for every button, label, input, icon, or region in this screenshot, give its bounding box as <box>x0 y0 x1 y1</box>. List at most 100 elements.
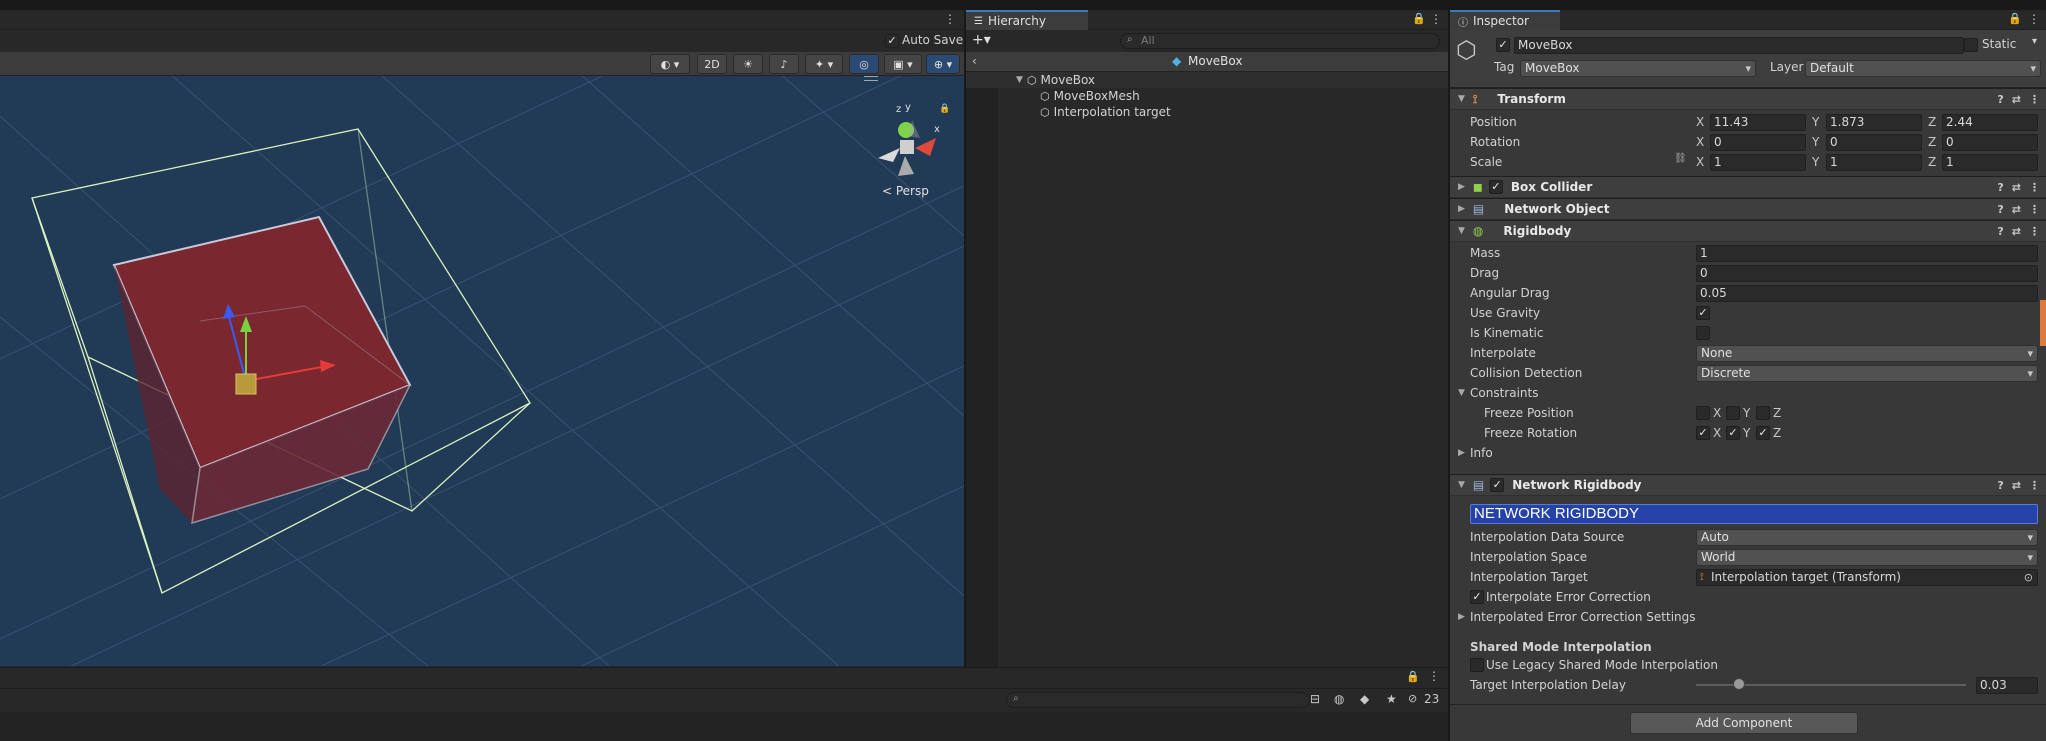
fold-arrow-icon[interactable]: ▶ <box>1458 204 1465 214</box>
info-fold-icon[interactable]: ▶ <box>1458 448 1465 458</box>
info-label[interactable]: Info <box>1470 444 1493 462</box>
component-enabled-checkbox[interactable]: ✓ <box>1488 180 1503 194</box>
use-legacy-shared-mode-checkbox[interactable] <box>1470 658 1484 672</box>
more-menu-icon[interactable]: ⋮ <box>2028 12 2040 26</box>
preset-icon[interactable]: ⇄ <box>2012 225 2021 238</box>
hierarchy-item-movebox[interactable]: ▼ ⬡ MoveBox <box>966 72 1448 88</box>
favorite-star-icon[interactable]: ★ <box>1386 692 1397 706</box>
help-icon[interactable]: ? <box>1997 181 2003 194</box>
preset-icon[interactable]: ⇄ <box>2012 203 2021 216</box>
static-dropdown-icon[interactable]: ▾ <box>2032 36 2037 47</box>
back-arrow-icon[interactable]: ‹ <box>972 54 977 68</box>
scale-x-field[interactable]: 1 <box>1710 154 1806 171</box>
constraints-label[interactable]: Constraints <box>1470 384 1538 402</box>
position-z-field[interactable]: 2.44 <box>1942 114 2038 131</box>
lock-icon[interactable]: 🔒 <box>1406 670 1420 683</box>
camera-button[interactable]: ▣ ▾ <box>884 54 922 74</box>
auto-save-checkbox[interactable]: ✓ <box>885 34 899 48</box>
effects-button[interactable]: ✦ ▾ <box>805 54 843 74</box>
hierarchy-item-moveboxmesh[interactable]: ⬡ MoveBoxMesh <box>966 88 1448 104</box>
more-menu-icon[interactable]: ⋮ <box>1430 12 1442 26</box>
interpolate-dropdown[interactable]: None <box>1696 345 2038 362</box>
network-object-header[interactable]: ▶ ▤ Network Object ? ⇄ ⋮ <box>1450 198 2046 220</box>
interpolate-error-correction-checkbox[interactable]: ✓ <box>1470 590 1484 604</box>
freeze-rotation-z-checkbox[interactable]: ✓ <box>1756 426 1770 440</box>
position-x-field[interactable]: 11.43 <box>1710 114 1806 131</box>
drag-field[interactable]: 0 <box>1696 265 2038 282</box>
more-menu-icon[interactable]: ⋮ <box>2029 225 2040 238</box>
angular-drag-field[interactable]: 0.05 <box>1696 285 2038 302</box>
lock-icon[interactable]: 🔒 <box>1412 12 1426 25</box>
help-icon[interactable]: ? <box>1997 225 2003 238</box>
help-icon[interactable]: ? <box>1997 479 2003 492</box>
rigidbody-header[interactable]: ▼ ◍ Rigidbody ? ⇄ ⋮ <box>1450 220 2046 242</box>
interpolation-data-source-dropdown[interactable]: Auto <box>1696 529 2038 546</box>
network-rigidbody-header[interactable]: ▼ ▤ ✓ Network Rigidbody ? ⇄ ⋮ <box>1450 474 2046 496</box>
fold-arrow-icon[interactable]: ▼ <box>1458 480 1465 490</box>
inspector-scrollbar-marker[interactable] <box>2040 300 2046 346</box>
search-by-label-icon[interactable]: ◍ <box>1334 692 1344 706</box>
more-menu-icon[interactable]: ⋮ <box>2029 479 2040 492</box>
add-object-button[interactable]: +▾ <box>972 32 991 48</box>
mass-field[interactable]: 1 <box>1696 245 2038 262</box>
layer-dropdown[interactable]: Default <box>1805 60 2041 77</box>
lock-icon[interactable]: 🔒 <box>2008 12 2022 25</box>
box-collider-header[interactable]: ▶ ◼ ✓ Box Collider ? ⇄ ⋮ <box>1450 176 2046 198</box>
rotation-y-field[interactable]: 0 <box>1826 134 1922 151</box>
more-menu-icon[interactable]: ⋮ <box>2029 93 2040 106</box>
hidden-packages-icon[interactable]: ⊘ <box>1408 692 1417 705</box>
tag-icon[interactable]: ◆ <box>1360 692 1369 706</box>
hierarchy-tab[interactable]: ☰ Hierarchy <box>966 10 1088 30</box>
object-picker-icon[interactable]: ⊙ <box>2024 570 2033 585</box>
audio-button[interactable]: ♪ <box>769 54 799 74</box>
interpolation-space-dropdown[interactable]: World <box>1696 549 2038 566</box>
help-icon[interactable]: ? <box>1997 203 2003 216</box>
hierarchy-search-input[interactable]: ⌕ All <box>1120 33 1440 49</box>
object-active-checkbox[interactable]: ✓ <box>1496 38 1510 52</box>
expand-arrow-icon[interactable]: ▼ <box>1016 75 1023 85</box>
project-search-input[interactable]: ⌕ <box>1006 692 1310 708</box>
lock-icon[interactable]: 🔒 <box>939 104 950 114</box>
scene-view[interactable]: z y x 🔒 < Persp <box>0 76 964 666</box>
more-menu-icon[interactable]: ⋮ <box>1428 669 1440 683</box>
fold-arrow-icon[interactable]: ▼ <box>1458 94 1465 104</box>
error-correction-settings-label[interactable]: Interpolated Error Correction Settings <box>1470 608 1696 626</box>
shading-mode-button[interactable]: ◐ ▾ <box>650 54 690 74</box>
inspector-tab[interactable]: ⓘ Inspector <box>1450 10 1560 30</box>
scale-z-field[interactable]: 1 <box>1942 154 2038 171</box>
collision-detection-dropdown[interactable]: Discrete <box>1696 365 2038 382</box>
lighting-button[interactable]: ☀ <box>733 54 763 74</box>
help-icon[interactable]: ? <box>1997 93 2003 106</box>
error-settings-fold-icon[interactable]: ▶ <box>1458 612 1465 622</box>
preset-icon[interactable]: ⇄ <box>2012 479 2021 492</box>
fold-arrow-icon[interactable]: ▼ <box>1458 226 1465 236</box>
more-menu-icon[interactable]: ⋮ <box>2029 203 2040 216</box>
search-by-type-icon[interactable]: ⊟ <box>1310 692 1320 706</box>
more-menu-icon[interactable]: ⋮ <box>2029 181 2040 194</box>
transform-header[interactable]: ▼ ⟟ Transform ? ⇄ ⋮ <box>1450 88 2046 110</box>
rotation-x-field[interactable]: 0 <box>1710 134 1806 151</box>
preset-icon[interactable]: ⇄ <box>2012 181 2021 194</box>
fold-arrow-icon[interactable]: ▶ <box>1458 182 1465 192</box>
preset-icon[interactable]: ⇄ <box>2012 93 2021 106</box>
position-y-field[interactable]: 1.873 <box>1826 114 1922 131</box>
more-menu-icon[interactable]: ⋮ <box>944 12 956 26</box>
persp-label[interactable]: < Persp <box>882 184 929 198</box>
interpolation-target-field[interactable]: ⟟ Interpolation target (Transform) ⊙ <box>1696 569 2038 586</box>
freeze-position-z-checkbox[interactable] <box>1756 406 1770 420</box>
target-interpolation-delay-field[interactable]: 0.03 <box>1976 677 2038 694</box>
scene-drag-handle-icon[interactable] <box>864 76 878 81</box>
freeze-position-y-checkbox[interactable] <box>1726 406 1740 420</box>
tag-dropdown[interactable]: MoveBox <box>1520 60 1756 77</box>
freeze-rotation-y-checkbox[interactable]: ✓ <box>1726 426 1740 440</box>
freeze-position-x-checkbox[interactable] <box>1696 406 1710 420</box>
hierarchy-item-interpolation-target[interactable]: ⬡ Interpolation target <box>966 104 1448 120</box>
constraints-fold-icon[interactable]: ▼ <box>1458 388 1465 398</box>
delay-slider-thumb[interactable] <box>1733 678 1746 690</box>
constrain-proportions-icon[interactable]: ⛓ <box>1674 153 1687 164</box>
gizmos-button[interactable]: ⊕ ▾ <box>926 54 960 74</box>
static-checkbox[interactable] <box>1964 38 1978 52</box>
scene-visibility-button[interactable]: ◎ <box>849 54 879 74</box>
toggle-2d-button[interactable]: 2D <box>697 54 727 74</box>
scale-y-field[interactable]: 1 <box>1826 154 1922 171</box>
